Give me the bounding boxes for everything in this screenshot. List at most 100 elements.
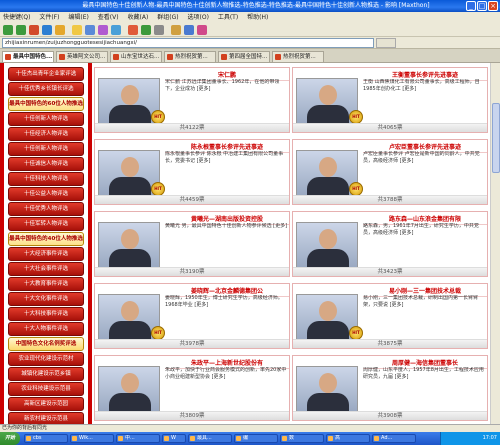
- search-icon[interactable]: [141, 25, 151, 35]
- candidate-desc: 易小刚，三一集团技术总裁，研制出国内第一长臂臂架，只要说 [更多]: [363, 295, 479, 308]
- sidebar-item-9[interactable]: 十佳优秀人物评选: [8, 202, 84, 216]
- taskbar: 开始 cbs Wik... 中... W 最具... 编 数 高 Ad... 1…: [0, 432, 500, 445]
- candidate-desc: 王衡 山西焦煤化工有限公司董事长，高级工程师，自1985年创办化工 [更多]: [363, 79, 480, 92]
- menu-edit[interactable]: 编辑(E): [68, 14, 88, 21]
- sidebar-item-23[interactable]: 新农村建设示范县: [8, 412, 84, 424]
- menu-favorites[interactable]: 收藏(A): [128, 14, 149, 21]
- taskbar-item-4[interactable]: 最具...: [188, 434, 232, 443]
- go-button[interactable]: [376, 38, 396, 48]
- window-titlebar: 最具中国特色十佳创新人物-最具中国特色十佳创新人物推选-特色推选-特色推选-最具…: [0, 0, 500, 12]
- sidebar-item-17[interactable]: 十大人物事件评选: [8, 322, 84, 336]
- taskbar-item-1[interactable]: Wik...: [70, 434, 114, 443]
- vote-count: 共4065票: [293, 123, 487, 132]
- back-icon[interactable]: [3, 25, 13, 35]
- start-button[interactable]: 开始: [0, 432, 20, 445]
- candidate-photo[interactable]: [296, 222, 358, 268]
- sidebar-item-12[interactable]: 十大经济事件评选: [8, 247, 84, 261]
- vertical-scrollbar[interactable]: [490, 63, 500, 424]
- vote-count: 共3875票: [293, 339, 487, 348]
- fullscreen-icon[interactable]: [184, 25, 194, 35]
- forward-icon[interactable]: [16, 25, 26, 35]
- sidebar-item-10[interactable]: 十佳军转人物评选: [8, 217, 84, 231]
- sidebar-item-19[interactable]: 农业现代化建设示范村: [8, 352, 84, 366]
- taskbar-item-0[interactable]: cbs: [24, 434, 68, 443]
- tab-4[interactable]: 第四届全国特...: [218, 51, 270, 62]
- candidate-grid: HIT 宋仁鹏 宋仁鹏 江苏远洋集团董事长、1962年，在他的带领下，企业成功 …: [92, 63, 490, 424]
- menu-groups[interactable]: 群组(G): [157, 14, 178, 21]
- sidebar-item-11[interactable]: 最具中国特色的40位人物推选: [8, 232, 84, 246]
- menu-options[interactable]: 选项(O): [188, 14, 209, 21]
- sidebar-item-13[interactable]: 十大社会事件评选: [8, 262, 84, 276]
- tab-5[interactable]: 热烈祝贺第...: [272, 51, 324, 62]
- sidebar-item-4[interactable]: 十佳经济人物评选: [8, 127, 84, 141]
- candidate-card: HIT 王衡董事长参评先进事迹 王衡 山西焦煤化工有限公司董事长，高级工程师，自…: [292, 67, 488, 133]
- history-icon[interactable]: [85, 25, 95, 35]
- status-bar: 已为你的背后有同光: [0, 424, 500, 432]
- menu-tools[interactable]: 工具(T): [218, 14, 238, 21]
- menu-help[interactable]: 帮助(H): [247, 14, 268, 21]
- scrollbar-thumb[interactable]: [492, 103, 500, 173]
- menu-view[interactable]: 查看(V): [98, 14, 119, 21]
- sidebar-item-14[interactable]: 十大教育事件评选: [8, 277, 84, 291]
- tab-0[interactable]: 最具中国特色...: [2, 51, 54, 62]
- taskbar-item-5[interactable]: 编: [234, 434, 278, 443]
- clock[interactable]: 17:07: [483, 435, 497, 441]
- refresh-icon[interactable]: [42, 25, 52, 35]
- vote-count: 共4122票: [95, 123, 289, 132]
- candidate-desc: 周厚健，山东平度人，1957年8月出生，工程技术应用研究员，九届 [更多]: [363, 367, 484, 380]
- candidate-photo[interactable]: [296, 366, 358, 412]
- sidebar-item-8[interactable]: 十佳公益人物评选: [8, 187, 84, 201]
- plugin-icon[interactable]: [197, 25, 207, 35]
- maximize-button[interactable]: □: [477, 1, 487, 11]
- sidebar-item-7[interactable]: 十佳科技人物评选: [8, 172, 84, 186]
- candidate-photo[interactable]: [98, 366, 160, 412]
- taskbar-item-8[interactable]: Ad...: [372, 434, 416, 443]
- close-button[interactable]: ×: [488, 1, 498, 11]
- toolbar: [0, 23, 500, 37]
- zoom-icon[interactable]: [171, 25, 181, 35]
- candidate-desc: 陈永根董事长参评 陈永根 中冶建工集团有限公司董事长，党委书记 [更多]: [165, 151, 284, 164]
- stop-icon[interactable]: [29, 25, 39, 35]
- tab-3[interactable]: 热烈祝贺第...: [164, 51, 216, 62]
- candidate-desc: 宋仁鹏 江苏远洋集团董事长、1962年，在他的带领下，企业成功 [更多]: [165, 79, 280, 92]
- sidebar-item-6[interactable]: 十佳诚信人物评选: [8, 157, 84, 171]
- candidate-desc: 黄曦光 男，最具中国特色十佳创新人物参评候选 [更多]: [165, 223, 288, 229]
- tab-1[interactable]: 英雄阿文公司...: [56, 51, 108, 62]
- candidate-desc: 朱政平，加快于行业商会服务模式的创新，率先20家中小商业组建新型协会 [更多]: [165, 367, 287, 380]
- sidebar-item-20[interactable]: 城镇化建设示范乡镇: [8, 367, 84, 381]
- window-controls: _ □ ×: [466, 1, 498, 11]
- status-text: 已为你的背后有同光: [2, 425, 48, 431]
- sidebar-item-2[interactable]: 最具中国特色的60位人物推选: [8, 97, 84, 111]
- rss-icon[interactable]: [128, 25, 138, 35]
- candidate-card: HIT 姜晓辉—北京金麟德集团公 姜晓辉，1950年生，博士研究生学历，高级经济…: [94, 283, 290, 349]
- taskbar-item-2[interactable]: 中...: [116, 434, 160, 443]
- menu-shortcut[interactable]: 快捷键(Q): [3, 14, 30, 21]
- sidebar-item-1[interactable]: 十佳优秀乡长镇长评选: [8, 82, 84, 96]
- favorites-icon[interactable]: [72, 25, 82, 35]
- home-icon[interactable]: [55, 25, 65, 35]
- candidate-photo[interactable]: [98, 222, 160, 268]
- sidebar-item-5[interactable]: 十佳创新人物评选: [8, 142, 84, 156]
- menu-file[interactable]: 文件(F): [39, 14, 59, 21]
- taskbar-item-6[interactable]: 数: [280, 434, 324, 443]
- sidebar-item-22[interactable]: 高新区建设示范园: [8, 397, 84, 411]
- sidebar-item-15[interactable]: 十大文化事件评选: [8, 292, 84, 306]
- hit-medal-icon: HIT: [349, 110, 363, 124]
- settings-icon[interactable]: [154, 25, 164, 35]
- sidebar-item-21[interactable]: 农业科技建设示范县: [8, 382, 84, 396]
- address-input[interactable]: zhijiaxinrumen/zuijuzhongguotesesijiachu…: [2, 38, 374, 48]
- vote-count: 共3809票: [95, 411, 289, 420]
- mail-icon[interactable]: [98, 25, 108, 35]
- sidebar-item-3[interactable]: 十佳创新人物评选: [8, 112, 84, 126]
- sidebar-item-18[interactable]: 中国特色文化名例奖评选: [8, 337, 84, 351]
- candidate-card: 朱政平—上海新世纪股份有 朱政平，加快于行业商会服务模式的创新，率先20家中小商…: [94, 355, 290, 421]
- sidebar-item-16[interactable]: 十大科技事件评选: [8, 307, 84, 321]
- taskbar-item-3[interactable]: W: [162, 434, 186, 443]
- sidebar-item-0[interactable]: 十佳杰出青年企业家评选: [8, 67, 84, 81]
- tab-2[interactable]: 山东宝世达石...: [110, 51, 162, 62]
- taskbar-item-7[interactable]: 高: [326, 434, 370, 443]
- minimize-button[interactable]: _: [466, 1, 476, 11]
- vote-count: 共3190票: [95, 267, 289, 276]
- sidebar-nav: 十佳杰出青年企业家评选 十佳优秀乡长镇长评选 最具中国特色的60位人物推选 十佳…: [4, 63, 88, 424]
- print-icon[interactable]: [111, 25, 121, 35]
